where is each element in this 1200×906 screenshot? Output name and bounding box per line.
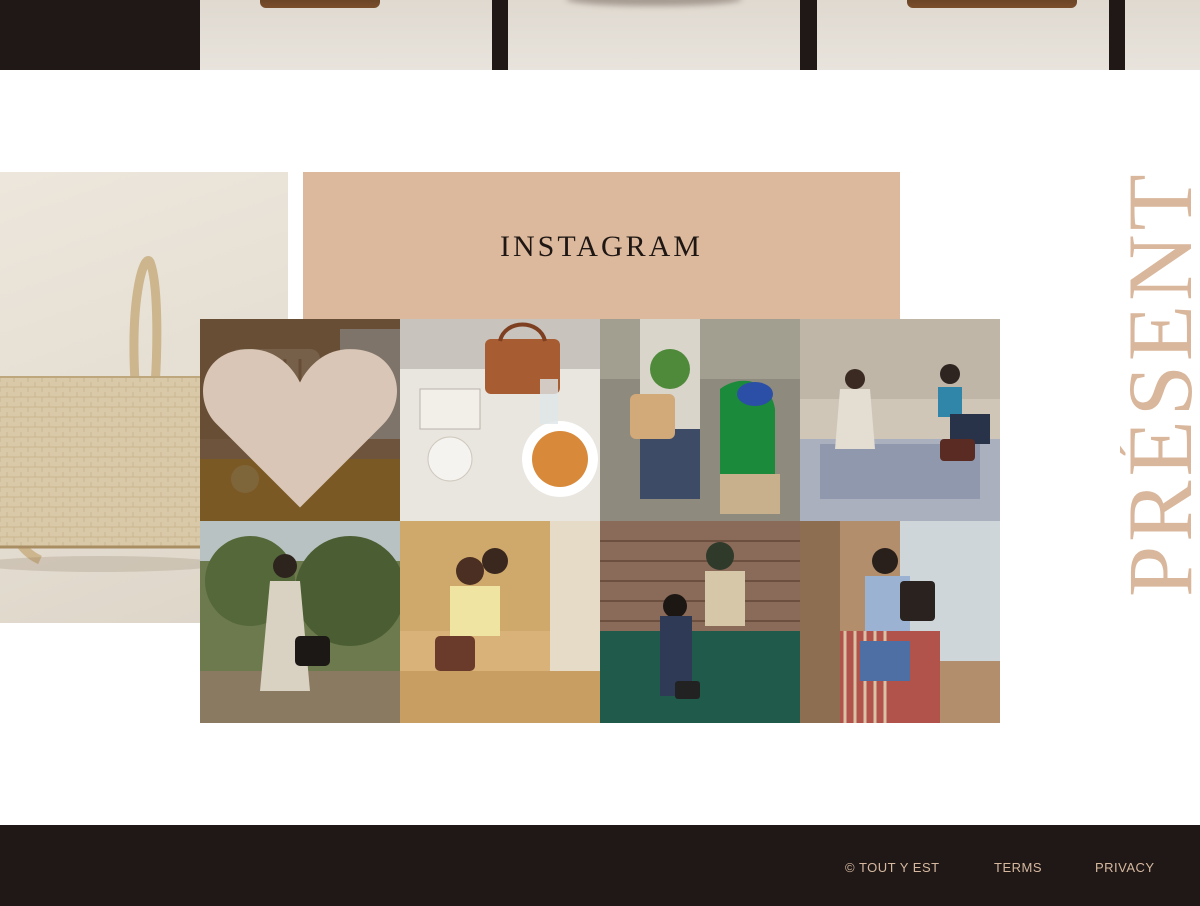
vertical-headline: PRÉSENTE (1120, 172, 1200, 597)
site-footer: © TOUT Y EST TERMS PRIVACY (0, 825, 1200, 906)
instagram-post[interactable] (400, 319, 600, 521)
instagram-post[interactable] (600, 521, 800, 723)
privacy-link[interactable]: PRIVACY (1095, 860, 1155, 875)
instagram-post[interactable] (800, 521, 1000, 723)
carousel-card-3[interactable] (817, 0, 1109, 70)
carousel-card-4[interactable] (1125, 0, 1200, 70)
carousel-card-2[interactable] (508, 0, 800, 70)
instagram-post[interactable] (600, 319, 800, 521)
carousel-card-1[interactable] (200, 0, 492, 70)
section-title: INSTAGRAM (500, 230, 703, 263)
heart-icon (203, 349, 397, 508)
top-carousel (0, 0, 1200, 70)
vertical-headline-text: PRÉSENTE (1120, 172, 1200, 597)
instagram-post[interactable] (400, 521, 600, 723)
copyright-text: © TOUT Y EST (845, 860, 940, 875)
instagram-post[interactable]: 253 (200, 319, 400, 521)
instagram-grid: 253 (200, 319, 1000, 723)
terms-link[interactable]: TERMS (994, 860, 1042, 875)
instagram-post[interactable] (800, 319, 1000, 521)
post-hover-overlay: 253 (200, 319, 400, 521)
instagram-post[interactable] (200, 521, 400, 723)
instagram-header: INSTAGRAM (303, 172, 900, 319)
